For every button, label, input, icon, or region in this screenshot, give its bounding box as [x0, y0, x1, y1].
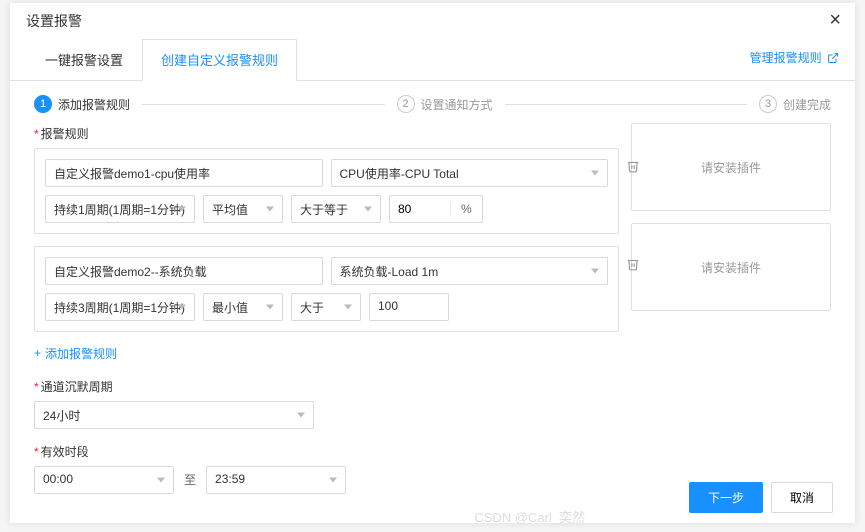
plugin-placeholder: 请安装插件	[631, 123, 831, 211]
period-label: 有效时段	[34, 443, 619, 460]
threshold-input[interactable]: 100	[369, 293, 449, 321]
operator-select[interactable]: 大于等于	[291, 195, 381, 223]
rule-card: 自定义报警demo1-cpu使用率 CPU使用率-CPU Total 持续1周期…	[34, 148, 619, 234]
stat-select[interactable]: 最小值	[203, 293, 283, 321]
tab-quick-alarm[interactable]: 一键报警设置	[26, 39, 142, 80]
tabs: 一键报警设置 创建自定义报警规则 管理报警规则	[10, 39, 855, 81]
plugin-placeholder: 请安装插件	[631, 223, 831, 311]
rule-name-input[interactable]: 自定义报警demo2--系统负载	[45, 257, 323, 285]
watermark: CSDN @Carl_奕然	[474, 507, 585, 526]
duration-select[interactable]: 持续3周期(1周期=1分钟)	[45, 293, 195, 321]
next-button[interactable]: 下一步	[689, 482, 763, 513]
start-time-select[interactable]: 00:00	[34, 466, 174, 494]
trash-icon[interactable]	[626, 159, 640, 173]
modal-footer: 下一步 取消	[689, 482, 833, 513]
manage-rules-link[interactable]: 管理报警规则	[750, 49, 839, 66]
metric-select[interactable]: CPU使用率-CPU Total	[331, 159, 609, 187]
add-rule-button[interactable]: + 添加报警规则	[34, 345, 117, 362]
step-1: 1 添加报警规则	[34, 95, 130, 113]
operator-select[interactable]: 大于	[291, 293, 361, 321]
rule-card: 自定义报警demo2--系统负载 系统负载-Load 1m 持续3周期(1周期=…	[34, 246, 619, 332]
modal-header: 设置报警 ×	[10, 3, 855, 35]
duration-select[interactable]: 持续1周期(1周期=1分钟)	[45, 195, 195, 223]
metric-select[interactable]: 系统负载-Load 1m	[331, 257, 609, 285]
step-3: 3 创建完成	[759, 95, 831, 113]
plus-icon: +	[34, 346, 41, 360]
tab-custom-alarm[interactable]: 创建自定义报警规则	[142, 39, 297, 81]
rule-name-input[interactable]: 自定义报警demo1-cpu使用率	[45, 159, 323, 187]
modal-title: 设置报警	[26, 13, 82, 29]
close-icon[interactable]: ×	[829, 9, 841, 32]
rules-label: 报警规则	[34, 125, 619, 142]
threshold-input[interactable]: %	[389, 195, 483, 223]
trash-icon[interactable]	[626, 257, 640, 271]
silence-label: 通道沉默周期	[34, 378, 619, 395]
stat-select[interactable]: 平均值	[203, 195, 283, 223]
alarm-settings-modal: 设置报警 × 一键报警设置 创建自定义报警规则 管理报警规则 1 添加报警规则 …	[10, 3, 855, 523]
silence-select[interactable]: 24小时	[34, 401, 314, 429]
cancel-button[interactable]: 取消	[771, 482, 833, 513]
end-time-select[interactable]: 23:59	[206, 466, 346, 494]
steps: 1 添加报警规则 2 设置通知方式 3 创建完成	[10, 81, 855, 123]
external-link-icon	[827, 52, 839, 64]
step-2: 2 设置通知方式	[397, 95, 493, 113]
to-label: 至	[184, 471, 196, 488]
